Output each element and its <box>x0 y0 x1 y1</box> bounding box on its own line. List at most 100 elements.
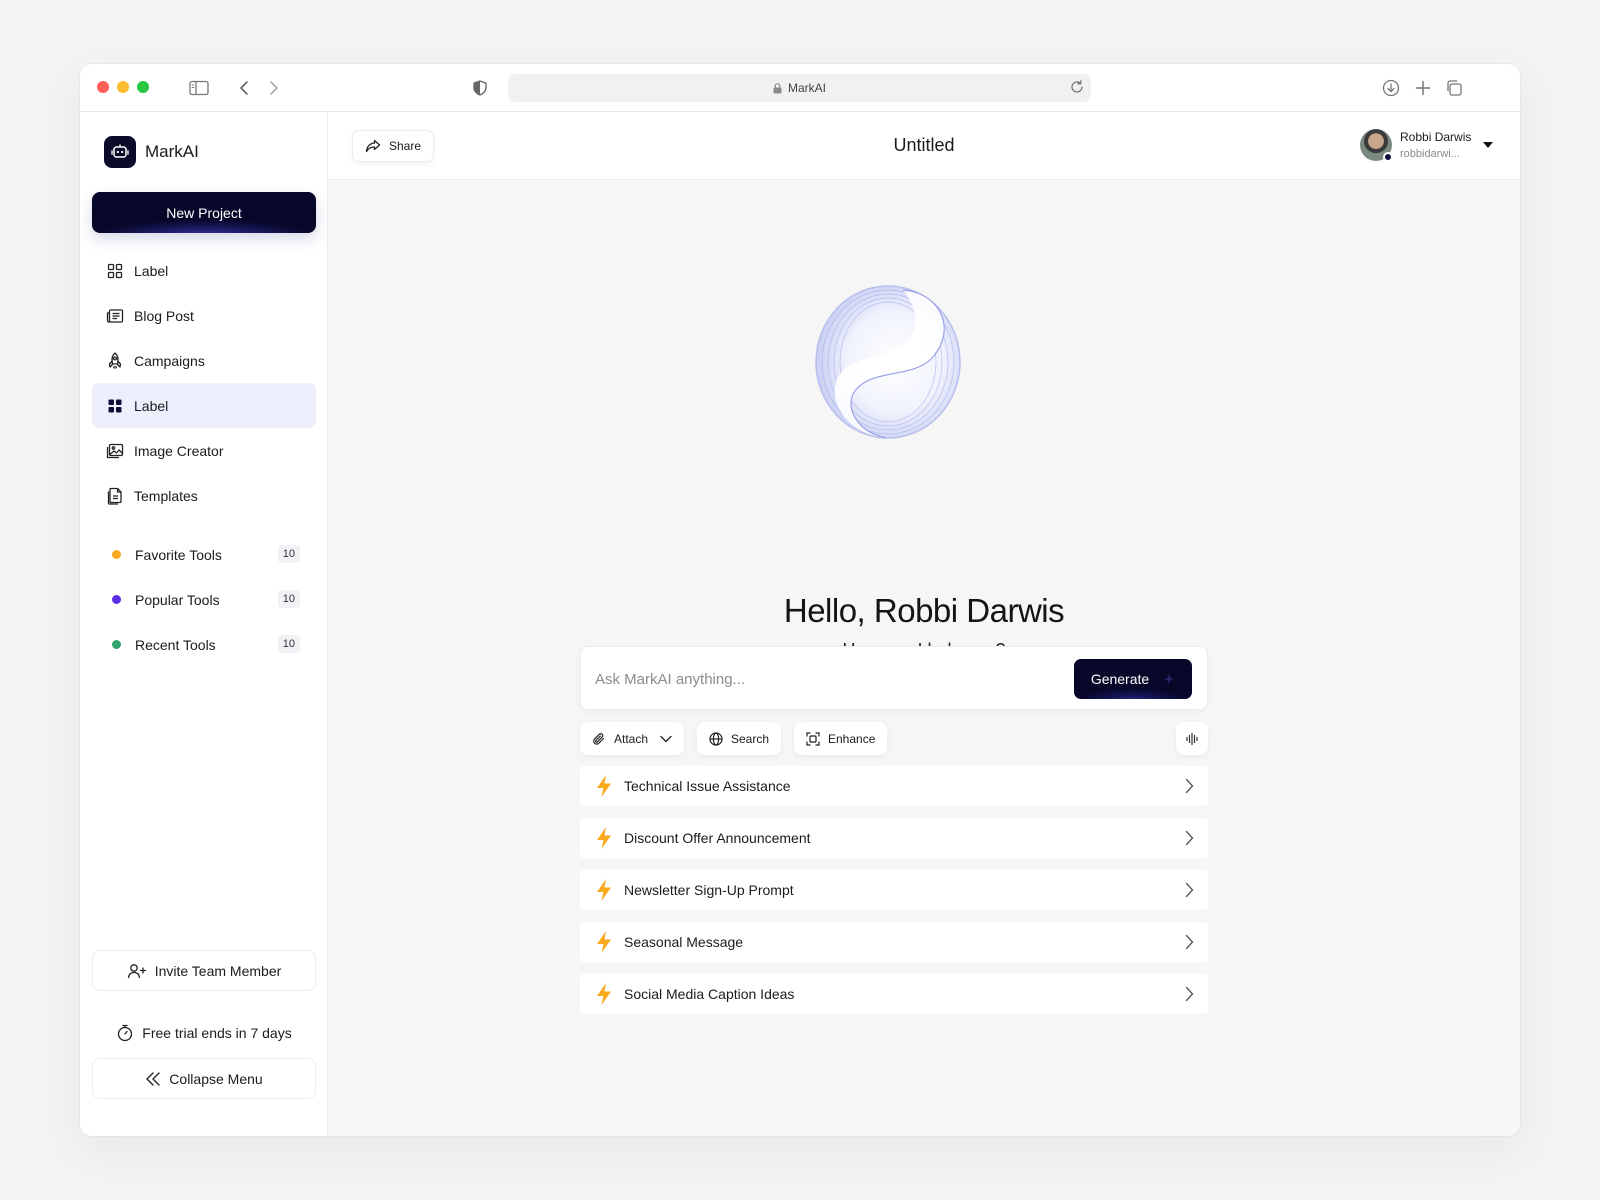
chevron-right-icon <box>1185 778 1194 794</box>
suggestion-list: Technical Issue Assistance Discount Offe… <box>580 766 1208 1026</box>
window-controls <box>97 81 149 93</box>
sidebar-item-blog-post[interactable]: Blog Post <box>92 293 316 338</box>
new-project-button[interactable]: New Project <box>92 192 316 233</box>
share-label: Share <box>389 139 422 153</box>
sidebar: MarkAI New Project Label Blog Post Campa… <box>80 112 328 1136</box>
sidebar-item-label[interactable]: Label <box>92 248 316 293</box>
reload-icon[interactable] <box>1069 79 1085 95</box>
paperclip-icon <box>592 732 606 746</box>
brand-name: MarkAI <box>145 142 199 161</box>
document-icon <box>106 487 124 505</box>
tab-overview-icon[interactable] <box>1443 77 1465 99</box>
sidebar-item-text: Blog Post <box>134 307 194 324</box>
enhance-button[interactable]: Enhance <box>794 722 888 755</box>
grid-outline-icon <box>106 262 124 280</box>
image-icon <box>106 442 124 460</box>
newspaper-icon <box>106 307 124 325</box>
suggestion-label: Seasonal Message <box>624 934 744 950</box>
robot-logo-icon <box>104 136 136 168</box>
rocket-icon <box>106 351 124 370</box>
favorite-dot-icon <box>112 550 121 559</box>
prompt-input[interactable] <box>595 667 1055 691</box>
tool-item-recent[interactable]: Recent Tools 10 <box>92 622 316 667</box>
invite-label: Invite Team Member <box>154 962 282 979</box>
suggestion-label: Discount Offer Announcement <box>624 830 811 846</box>
tool-count-badge: 10 <box>277 545 300 563</box>
sidebar-item-label-active[interactable]: Label <box>92 383 316 428</box>
tool-item-popular[interactable]: Popular Tools 10 <box>92 577 316 622</box>
tool-item-label: Popular Tools <box>135 591 220 608</box>
new-tab-icon[interactable] <box>1412 77 1434 99</box>
prompt-tools: Attach Search Enhance <box>580 722 1208 756</box>
sidebar-item-text: Templates <box>134 487 198 504</box>
sidebar-item-templates[interactable]: Templates <box>92 473 316 518</box>
generate-label: Generate <box>1090 671 1150 687</box>
brand[interactable]: MarkAI <box>104 136 199 168</box>
sidebar-item-image-creator[interactable]: Image Creator <box>92 428 316 473</box>
chevron-right-icon <box>1185 934 1194 950</box>
search-label: Search <box>731 731 770 746</box>
online-status-dot <box>1383 152 1393 162</box>
share-icon <box>365 139 381 153</box>
add-user-icon <box>127 963 147 979</box>
back-arrow-icon[interactable] <box>233 77 255 99</box>
scan-icon <box>806 731 820 746</box>
suggestion-label: Social Media Caption Ideas <box>624 986 795 1002</box>
globe-icon <box>709 731 723 746</box>
suggestion-item[interactable]: Newsletter Sign-Up Prompt <box>580 870 1208 910</box>
generate-button[interactable]: Generate <box>1074 659 1192 699</box>
sidebar-item-text: Campaigns <box>134 352 205 369</box>
user-menu[interactable]: Robbi Darwis robbidarwi... <box>1360 129 1494 162</box>
lightning-icon <box>594 878 614 902</box>
collapse-menu-button[interactable]: Collapse Menu <box>92 1058 316 1099</box>
suggestion-item[interactable]: Discount Offer Announcement <box>580 818 1208 858</box>
close-window-button[interactable] <box>97 81 109 93</box>
attach-label: Attach <box>614 731 649 746</box>
sidebar-item-campaigns[interactable]: Campaigns <box>92 338 316 383</box>
tool-count-badge: 10 <box>277 635 300 653</box>
sidebar-toggle-icon[interactable] <box>188 77 210 99</box>
sidebar-item-text: Image Creator <box>134 442 224 459</box>
privacy-shield-icon[interactable] <box>469 77 491 99</box>
suggestion-item[interactable]: Seasonal Message <box>580 922 1208 962</box>
tool-item-label: Favorite Tools <box>135 546 222 563</box>
browser-toolbar: MarkAI <box>80 64 1520 112</box>
address-bar[interactable]: MarkAI <box>508 74 1091 102</box>
trial-notice: Free trial ends in 7 days <box>92 1012 316 1053</box>
waveform-icon <box>1185 732 1199 746</box>
tools-list: Favorite Tools 10 Popular Tools 10 Recen… <box>92 532 316 667</box>
minimize-window-button[interactable] <box>117 81 129 93</box>
suggestion-item[interactable]: Social Media Caption Ideas <box>580 974 1208 1014</box>
search-button[interactable]: Search <box>697 722 782 755</box>
forward-arrow-icon[interactable] <box>263 77 285 99</box>
share-button[interactable]: Share <box>352 130 435 162</box>
voice-input-button[interactable] <box>1176 722 1208 755</box>
chevron-down-icon <box>660 735 672 743</box>
user-name: Robbi Darwis <box>1400 130 1472 144</box>
top-bar: Share Untitled Robbi Darwis robbidarwi..… <box>328 112 1520 180</box>
sidebar-item-text: Label <box>134 397 169 414</box>
download-icon[interactable] <box>1380 77 1402 99</box>
lightning-icon <box>594 826 614 850</box>
tool-count-badge: 10 <box>277 590 300 608</box>
attach-button[interactable]: Attach <box>580 722 685 755</box>
maximize-window-button[interactable] <box>137 81 149 93</box>
chevron-right-icon <box>1185 986 1194 1002</box>
tool-item-favorite[interactable]: Favorite Tools 10 <box>92 532 316 577</box>
lock-icon <box>773 82 782 94</box>
suggestion-label: Technical Issue Assistance <box>624 778 791 794</box>
suggestion-label: Newsletter Sign-Up Prompt <box>624 882 794 898</box>
suggestion-item[interactable]: Technical Issue Assistance <box>580 766 1208 806</box>
invite-team-member-button[interactable]: Invite Team Member <box>92 950 316 991</box>
greeting-heading: Hello, Robbi Darwis <box>783 592 1065 629</box>
main-content: Share Untitled Robbi Darwis robbidarwi..… <box>328 112 1520 1136</box>
user-info: Robbi Darwis robbidarwi... <box>1400 130 1476 160</box>
caret-down-icon[interactable] <box>1482 141 1494 149</box>
tool-item-label: Recent Tools <box>135 636 216 653</box>
lightning-icon <box>594 982 614 1006</box>
chevron-right-icon <box>1185 882 1194 898</box>
sidebar-nav: Label Blog Post Campaigns Label Image Cr… <box>92 248 316 518</box>
stopwatch-icon <box>116 1024 134 1042</box>
prompt-box: Generate <box>580 646 1208 710</box>
url-text: MarkAI <box>787 81 826 95</box>
